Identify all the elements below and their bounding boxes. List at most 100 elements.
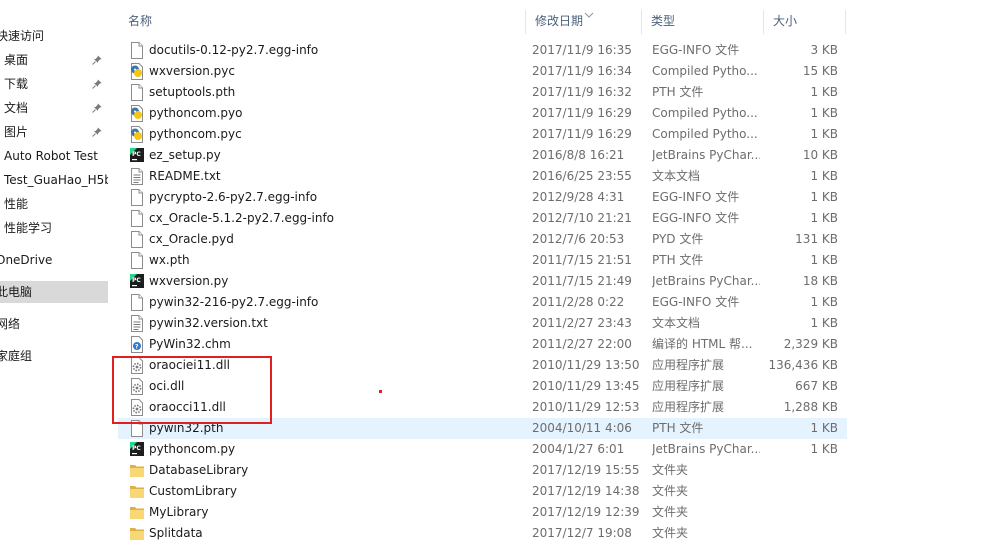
nav-item[interactable]: 桌面 bbox=[0, 49, 108, 71]
file-type: PTH 文件 bbox=[652, 421, 704, 435]
file-size: 1 KB bbox=[810, 421, 838, 435]
file-row[interactable]: pywin32.version.txt 2011/2/27 23:43 文本文档 1 … bbox=[118, 313, 847, 334]
nav-item[interactable]: 网络 bbox=[0, 313, 108, 335]
file-name: pythoncom.pyc bbox=[149, 127, 242, 141]
file-size: 1 KB bbox=[810, 253, 838, 267]
file-size: 1 KB bbox=[810, 190, 838, 204]
nav-item-label: Auto Robot Test bbox=[4, 149, 98, 163]
file-row[interactable]: pythoncom.pyo 2017/11/9 16:29 Compiled Pyt… bbox=[118, 103, 847, 124]
nav-item[interactable]: 快速访问 bbox=[0, 25, 108, 47]
file-row[interactable]: PC ez_setup.py 2016/8/8 16:21 JetBrains PyC… bbox=[118, 145, 847, 166]
nav-item-label: 性能学习 bbox=[4, 221, 53, 235]
file-date: 2017/12/19 12:39 bbox=[532, 505, 640, 519]
generic-file-icon bbox=[129, 252, 145, 269]
file-row[interactable]: README.txt 2016/6/25 23:55 文本文档 1 KB bbox=[118, 166, 847, 187]
nav-item[interactable]: 图片 bbox=[0, 121, 108, 143]
column-header-date[interactable]: 修改日期 bbox=[525, 8, 645, 34]
file-name: pywin32-216-py2.7.egg-info bbox=[149, 295, 319, 309]
file-list: docutils-0.12-py2.7.egg-info 2017/11/9 16… bbox=[118, 40, 847, 547]
file-size: 18 KB bbox=[802, 274, 838, 288]
file-name: pythoncom.pyo bbox=[149, 106, 243, 120]
generic-file-icon bbox=[129, 294, 145, 311]
generic-file-icon bbox=[129, 42, 145, 59]
file-row[interactable]: cx_Oracle-5.1.2-py2.7.egg-info 2012/7/10 … bbox=[118, 208, 847, 229]
file-name: wx.pth bbox=[149, 253, 190, 267]
file-name: pythoncom.py bbox=[149, 442, 236, 456]
nav-item[interactable]: Auto Robot Test bbox=[0, 145, 108, 167]
file-type: 文件夹 bbox=[652, 463, 689, 477]
file-date: 2016/8/8 16:21 bbox=[532, 148, 625, 162]
pane-divider[interactable] bbox=[108, 0, 109, 547]
file-date: 2010/11/29 12:53 bbox=[532, 400, 640, 414]
file-row[interactable]: pywin32-216-py2.7.egg-info 2011/2/28 0:22… bbox=[118, 292, 847, 313]
file-row[interactable]: DatabaseLibrary 2017/12/19 15:55 文件夹 bbox=[118, 460, 847, 481]
file-row[interactable]: docutils-0.12-py2.7.egg-info 2017/11/9 16… bbox=[118, 40, 847, 61]
nav-item[interactable]: 性能 bbox=[0, 193, 108, 215]
nav-item[interactable]: 文档 bbox=[0, 97, 108, 119]
file-size bbox=[768, 523, 838, 544]
file-name: CustomLibrary bbox=[149, 484, 237, 498]
file-date: 2017/11/9 16:29 bbox=[532, 106, 632, 120]
file-type: 文件夹 bbox=[652, 484, 689, 498]
generic-file-icon bbox=[129, 231, 145, 248]
nav-item[interactable]: 家庭组 bbox=[0, 345, 108, 367]
file-type: EGG-INFO 文件 bbox=[652, 211, 740, 225]
file-row[interactable]: wx.pth 2011/7/15 21:51 PTH 文件 1 KB bbox=[118, 250, 847, 271]
file-type: PTH 文件 bbox=[652, 253, 704, 267]
file-row[interactable]: setuptools.pth 2017/11/9 16:32 PTH 文件 1 KB bbox=[118, 82, 847, 103]
file-date: 2017/11/9 16:29 bbox=[532, 127, 632, 141]
file-name: README.txt bbox=[149, 169, 221, 183]
file-row[interactable]: pythoncom.pyc 2017/11/9 16:29 Compiled Pyt… bbox=[118, 124, 847, 145]
file-date: 2017/11/9 16:32 bbox=[532, 85, 632, 99]
column-separator[interactable] bbox=[845, 10, 846, 34]
file-date: 2010/11/29 13:50 bbox=[532, 358, 640, 372]
file-name: cx_Oracle-5.1.2-py2.7.egg-info bbox=[149, 211, 335, 225]
file-type: 文件夹 bbox=[652, 505, 689, 519]
file-row[interactable]: cx_Oracle.pyd 2012/7/6 20:53 PYD 文件 131 KB bbox=[118, 229, 847, 250]
nav-item-label: 桌面 bbox=[4, 53, 29, 67]
python-compiled-icon bbox=[129, 105, 145, 122]
column-header-name[interactable]: 名称 bbox=[118, 8, 525, 34]
nav-item-label: 家庭组 bbox=[0, 349, 33, 363]
file-type: 应用程序扩展 bbox=[652, 400, 725, 414]
file-row[interactable]: CustomLibrary 2017/12/19 14:38 文件夹 bbox=[118, 481, 847, 502]
column-header-size[interactable]: 大小 bbox=[763, 8, 847, 34]
column-header: 名称 修改日期 类型 大小 bbox=[118, 8, 847, 34]
file-type: Compiled Pytho... bbox=[652, 64, 758, 78]
nav-item[interactable]: 此电脑 bbox=[0, 281, 108, 303]
nav-item[interactable]: 性能学习 bbox=[0, 217, 108, 239]
file-date: 2017/11/9 16:35 bbox=[532, 43, 632, 57]
nav-item[interactable]: 下载 bbox=[0, 73, 108, 95]
generic-file-icon bbox=[129, 189, 145, 206]
file-type: Compiled Pytho... bbox=[652, 127, 758, 141]
file-row[interactable]: MyLibrary 2017/12/19 12:39 文件夹 bbox=[118, 502, 847, 523]
pycharm-file-icon: PC bbox=[129, 273, 145, 290]
navigation-pane: 快速访问桌面下载 文档 图片 Auto Robot Test Test_GuaHao_H… bbox=[0, 0, 108, 547]
svg-text:?: ? bbox=[135, 344, 139, 351]
file-date: 2011/2/28 0:22 bbox=[532, 295, 625, 309]
file-size: 15 KB bbox=[802, 64, 838, 78]
file-row[interactable]: ? PyWin32.chm 2011/2/27 22:00 编译的 HTML 帮...… bbox=[118, 334, 847, 355]
file-size: 2,329 KB bbox=[783, 337, 838, 351]
file-date: 2010/11/29 13:45 bbox=[532, 379, 640, 393]
svg-text:PC: PC bbox=[132, 277, 141, 284]
file-type: 编译的 HTML 帮... bbox=[652, 337, 753, 351]
column-header-type[interactable]: 类型 bbox=[641, 8, 761, 34]
nav-item-label: 快速访问 bbox=[0, 29, 45, 43]
file-name: MyLibrary bbox=[149, 505, 209, 519]
file-row[interactable]: wxversion.pyc 2017/11/9 16:34 Compiled Pyt… bbox=[118, 61, 847, 82]
file-row[interactable]: Splitdata 2017/12/7 19:08 文件夹 bbox=[118, 523, 847, 544]
nav-item-label: Test_GuaHao_H5b bbox=[4, 173, 108, 187]
file-name: wxversion.py bbox=[149, 274, 229, 288]
nav-item[interactable]: OneDrive bbox=[0, 249, 108, 271]
file-row[interactable]: pycrypto-2.6-py2.7.egg-info 2012/9/28 4:3… bbox=[118, 187, 847, 208]
file-row[interactable]: PC wxversion.py 2011/7/15 21:49 JetBrains P… bbox=[118, 271, 847, 292]
nav-item-label: 网络 bbox=[0, 317, 21, 331]
pin-icon bbox=[90, 121, 104, 143]
file-size: 1 KB bbox=[810, 127, 838, 141]
file-row[interactable]: PC pythoncom.py 2004/1/27 6:01 JetBrains Py… bbox=[118, 439, 847, 460]
nav-item[interactable]: Test_GuaHao_H5b bbox=[0, 169, 108, 191]
file-size: 1 KB bbox=[810, 295, 838, 309]
pin-icon bbox=[90, 97, 104, 119]
nav-item-label: 性能 bbox=[4, 197, 29, 211]
